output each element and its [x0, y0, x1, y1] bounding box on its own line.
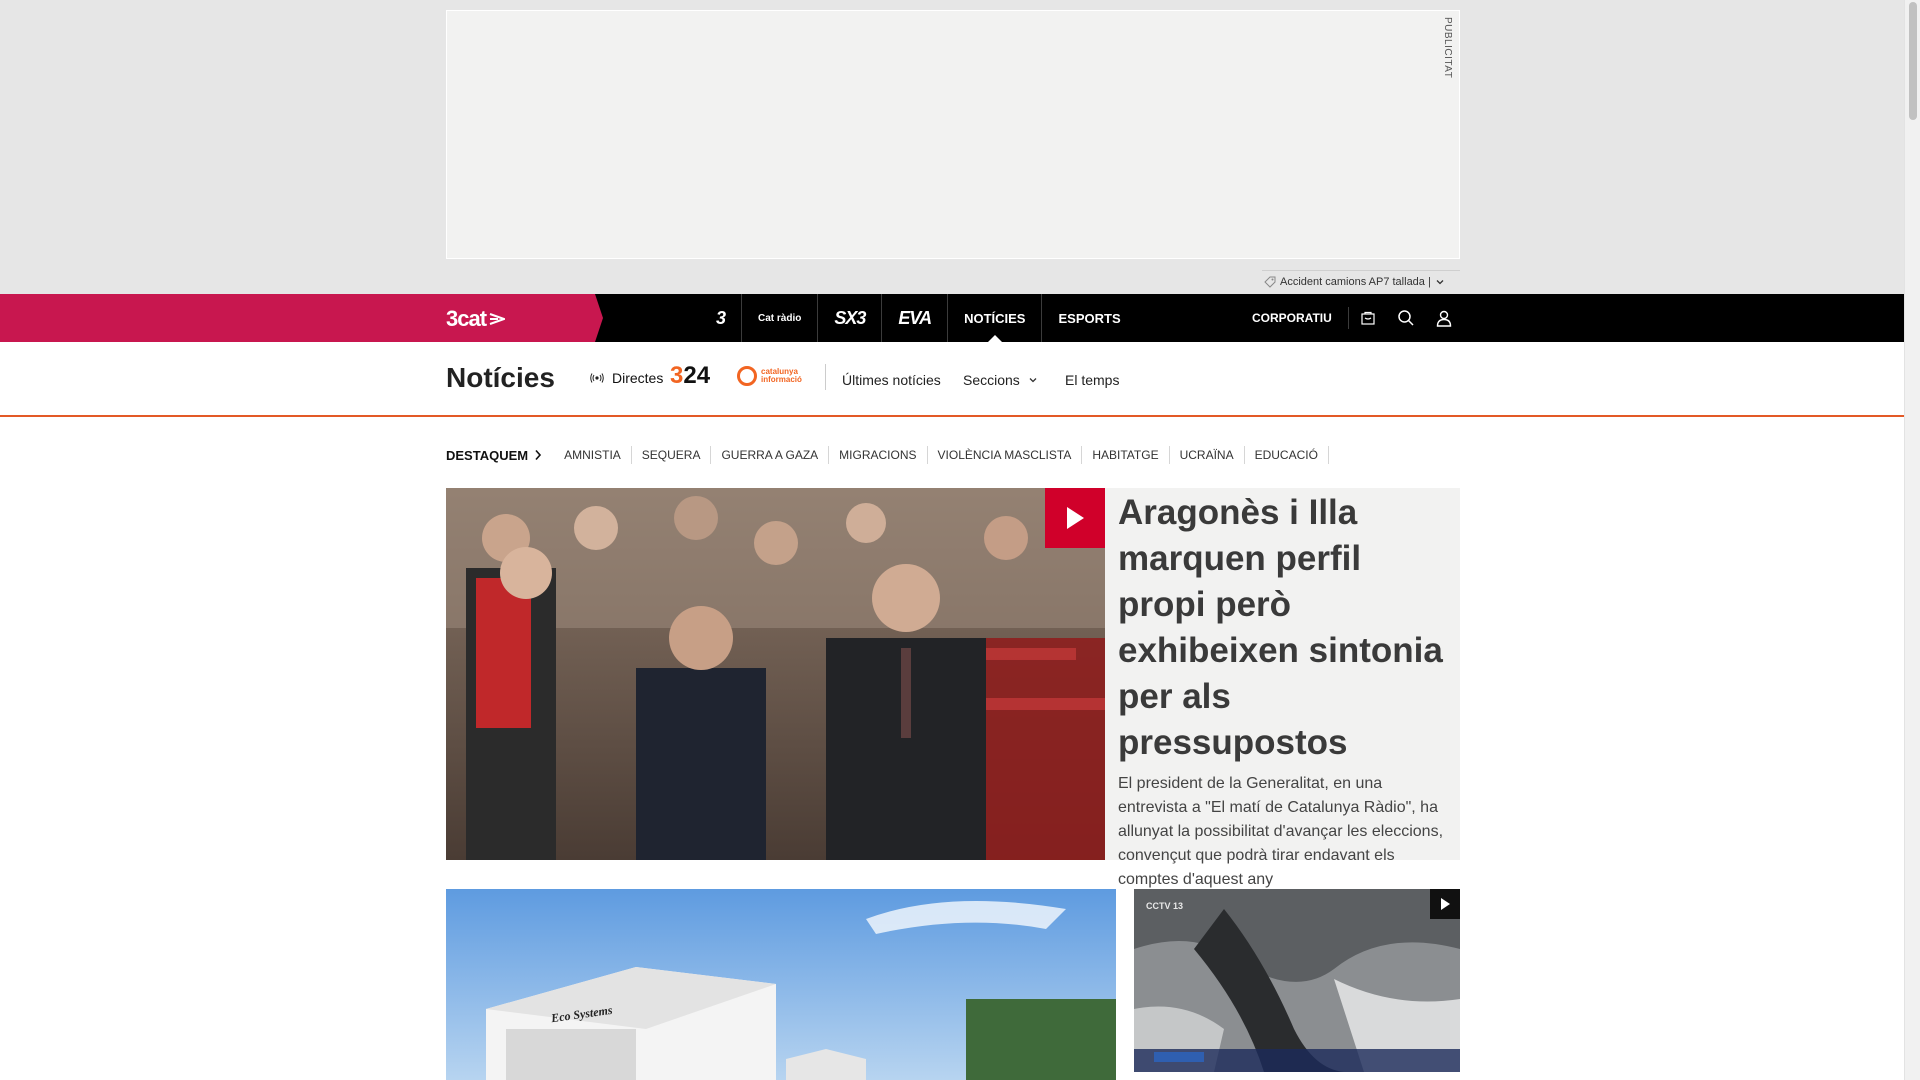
logo-catalunya-informacio[interactable]: catalunya informació — [737, 366, 802, 386]
channel-label: 3 — [716, 307, 726, 328]
scrollbar-thumb[interactable] — [1909, 2, 1917, 120]
topic-link[interactable]: MIGRACIONS — [829, 446, 928, 464]
channel-label: Cat ràdio — [758, 312, 802, 324]
channel-noticies[interactable]: NOTÍCIES — [948, 294, 1043, 342]
ci-circle-icon — [737, 366, 757, 386]
breaking-ticker[interactable]: Accident camions AP7 tallada | — [1262, 270, 1460, 292]
ad-slot[interactable]: PUBLICITAT — [446, 10, 1460, 259]
broadcast-icon — [590, 373, 604, 383]
channel-label: NOTÍCIES — [964, 310, 1026, 326]
ad-label: PUBLICITAT — [1442, 17, 1453, 79]
ci-text: catalunya informació — [761, 368, 802, 384]
topic-link[interactable]: UCRAÏNA — [1170, 446, 1245, 464]
header-tools: CORPORATIU — [1240, 294, 1463, 342]
corporate-link[interactable]: CORPORATIU — [1240, 307, 1349, 329]
channel-esports[interactable]: ESPORTS — [1042, 294, 1136, 342]
topic-link[interactable]: EDUCACIÓ — [1245, 446, 1329, 464]
hero-lead: El president de la Generalitat, en una e… — [1118, 775, 1444, 888]
featured-topics: DESTAQUEM AMNISTIA SEQUERA GUERRA A GAZA… — [446, 445, 1329, 465]
play-icon — [1067, 507, 1084, 529]
truck-photo — [446, 889, 1116, 1080]
hero-article[interactable]: Aragonès i Illa marquen perfil propi per… — [446, 488, 1460, 888]
brand-name: 3cat — [446, 306, 487, 331]
channel-sx3[interactable]: SX3 — [818, 294, 883, 342]
live-link[interactable]: Directes — [590, 370, 663, 386]
topic-link[interactable]: HABITATGE — [1082, 446, 1170, 464]
section-navigation: Notícies Directes 3 24 catalunya informac… — [0, 342, 1904, 417]
hero-image[interactable] — [446, 488, 1105, 860]
channel-tv3[interactable]: 3 — [700, 294, 743, 342]
parliament-photo — [446, 488, 1105, 860]
channel-label: EVA — [898, 307, 932, 328]
secondary-article-image[interactable]: Eco Systems — [446, 889, 1116, 1080]
play-video-button[interactable] — [1045, 488, 1105, 548]
tag-icon — [1264, 276, 1276, 288]
logo-324-prefix: 3 — [670, 362, 684, 389]
play-stripes-icon — [489, 313, 506, 325]
play-icon — [1441, 898, 1450, 910]
channel-label: SX3 — [834, 307, 866, 328]
channel-list: 3 Cat ràdio SX3 EVA NOTÍCIES ESPORTS — [700, 294, 1137, 342]
topic-link[interactable]: GUERRA A GAZA — [711, 446, 830, 464]
video-channel-label: CCTV 13 — [1146, 901, 1184, 911]
ticker-text: Accident camions AP7 tallada | — [1280, 275, 1431, 288]
hero-text: Aragonès i Illa marquen perfil propi per… — [1118, 490, 1448, 892]
divider — [825, 364, 826, 390]
play-video-button[interactable] — [1430, 889, 1460, 919]
channel-eva[interactable]: EVA — [882, 294, 949, 342]
hero-headline[interactable]: Aragonès i Illa marquen perfil propi per… — [1118, 490, 1448, 766]
chevron-down-icon — [1029, 378, 1037, 383]
topic-link[interactable]: VIOLÈNCIA MASCLISTA — [928, 446, 1083, 464]
nav-label: Últimes notícies — [842, 372, 941, 388]
topic-link[interactable]: AMNISTIA — [554, 446, 632, 464]
section-title[interactable]: Notícies — [446, 362, 555, 394]
search-icon[interactable] — [1387, 294, 1425, 342]
nav-sections-dropdown[interactable]: Seccions — [963, 372, 1038, 388]
chevron-right-icon — [535, 449, 542, 461]
user-icon[interactable] — [1425, 294, 1463, 342]
chevron-down-icon[interactable] — [1435, 277, 1445, 287]
nav-latest-news[interactable]: Últimes notícies — [842, 372, 941, 388]
top-navigation-bar: 3cat 3 Cat ràdio SX3 EVA NOTÍCIES ESPORT… — [0, 294, 1904, 342]
secondary-video-image[interactable]: CCTV 13 — [1134, 889, 1460, 1072]
page: PUBLICITAT Accident camions AP7 tallada … — [0, 0, 1920, 1080]
ci-line2: informació — [761, 375, 802, 384]
brand-block — [0, 294, 603, 342]
shop-icon[interactable] — [1349, 294, 1387, 342]
scrollbar[interactable] — [1904, 0, 1920, 1080]
featured-label: DESTAQUEM — [446, 447, 529, 463]
featured-title[interactable]: DESTAQUEM — [446, 448, 542, 463]
topic-link[interactable]: SEQUERA — [632, 446, 712, 464]
brand-logo[interactable]: 3cat — [446, 306, 506, 332]
channel-label: ESPORTS — [1058, 310, 1121, 326]
snow-landscape-photo — [1134, 889, 1460, 1072]
live-label: Directes — [612, 370, 664, 386]
logo-324-suffix: 24 — [683, 362, 711, 389]
nav-label: El temps — [1065, 372, 1120, 388]
channel-catradio[interactable]: Cat ràdio — [742, 294, 819, 342]
nav-weather[interactable]: El temps — [1065, 372, 1119, 388]
logo-324[interactable]: 3 24 — [670, 362, 710, 390]
ad-band: PUBLICITAT Accident camions AP7 tallada … — [0, 0, 1904, 294]
nav-label: Seccions — [963, 372, 1020, 388]
